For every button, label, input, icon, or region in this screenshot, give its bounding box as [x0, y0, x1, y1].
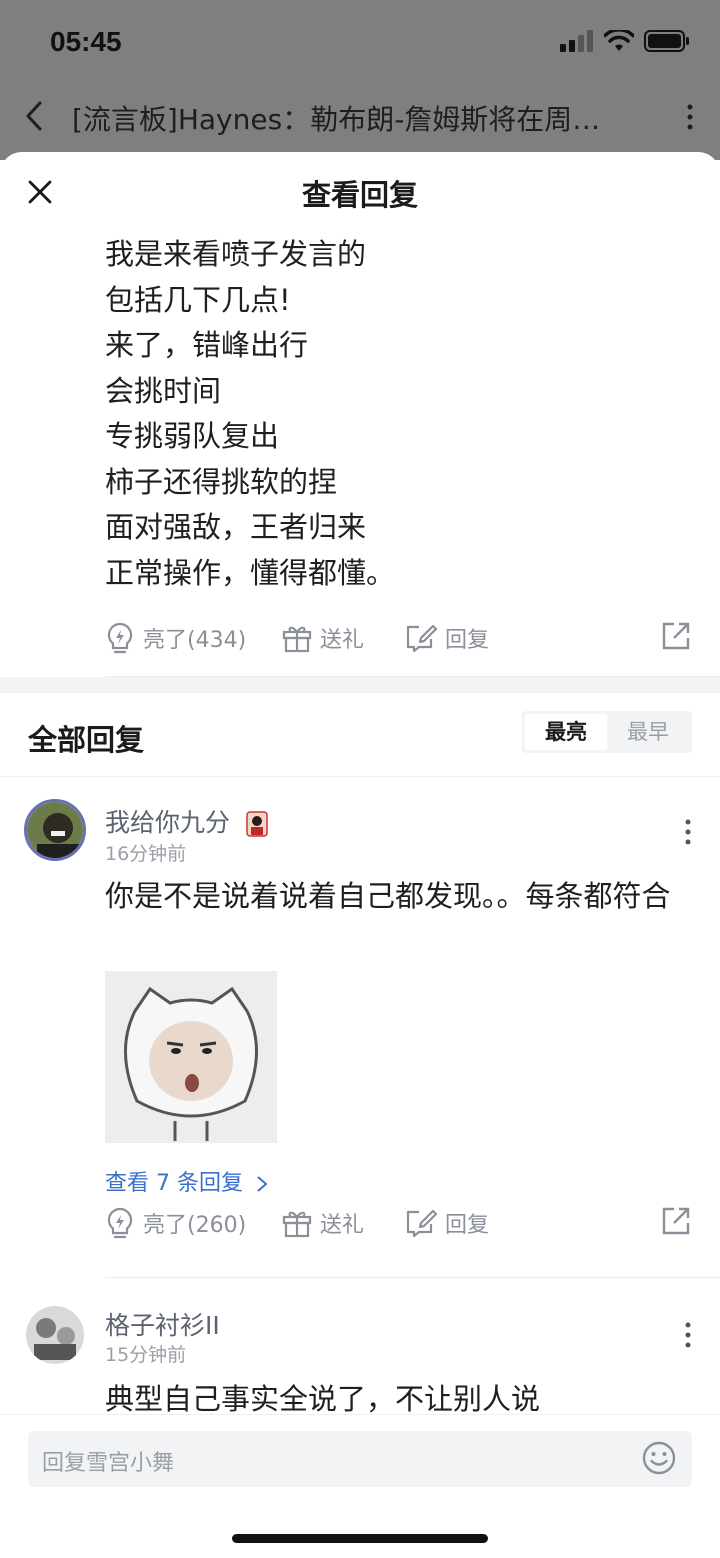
- light-button[interactable]: 亮了(434): [105, 622, 246, 654]
- status-icons: [560, 30, 690, 52]
- sticker-image[interactable]: [105, 971, 277, 1143]
- post-line: 面对强敌，王者归来: [105, 510, 367, 544]
- share-icon[interactable]: [660, 620, 692, 652]
- background-page-overlay: 05:45 [流言板]Haynes：勒布朗-詹姆斯将在周…: [0, 0, 720, 160]
- reply-button[interactable]: 回复: [405, 622, 489, 654]
- reply-author-name: 我给你九分: [105, 808, 231, 837]
- more-vertical-icon[interactable]: [684, 1322, 692, 1348]
- light-count: 亮了(434): [143, 628, 247, 653]
- battery-icon: [644, 30, 689, 52]
- edit-reply-icon: [406, 624, 437, 653]
- post-line: 正常操作，懂得都懂。: [105, 555, 396, 590]
- lightbulb-icon: [107, 622, 133, 654]
- view-more-label: 查看 7 条回复: [105, 1171, 243, 1196]
- sort-option-earliest[interactable]: 最早: [607, 714, 689, 750]
- reply-text: 你是不是说着说着自己都发现。。每条都符合: [105, 879, 671, 913]
- avatar[interactable]: [24, 799, 86, 861]
- gift-button[interactable]: 送礼: [282, 622, 364, 654]
- reply-time: 16分钟前: [105, 843, 187, 865]
- post-line: 专挑弱队复出: [105, 419, 280, 453]
- home-indicator: [232, 1534, 488, 1543]
- post-line: 来了，错峰出行: [105, 328, 309, 362]
- edit-reply-icon: [406, 1209, 437, 1238]
- lightbulb-icon: [107, 1207, 133, 1239]
- sort-toggle: 最亮 最早: [522, 711, 692, 753]
- background-page-title: [流言板]Haynes：勒布朗-詹姆斯将在周…: [72, 103, 601, 136]
- view-more-replies-link[interactable]: 查看 7 条回复: [105, 1165, 268, 1197]
- all-replies-title: 全部回复: [28, 723, 145, 757]
- back-arrow-icon[interactable]: [24, 100, 44, 132]
- gift-icon: [282, 626, 312, 653]
- reply-label: 回复: [445, 1213, 490, 1238]
- light-count: 亮了(260): [143, 1213, 247, 1238]
- signal-icon: [560, 30, 593, 52]
- post-line: 我是来看喷子发言的: [105, 237, 367, 271]
- reply-button[interactable]: 回复: [405, 1207, 489, 1239]
- post-line: 柿子还得挑软的捏: [105, 464, 338, 499]
- sort-option-brightest[interactable]: 最亮: [525, 714, 607, 750]
- sheet-title: 查看回复: [301, 178, 418, 212]
- cat-face-sticker: [105, 971, 277, 1143]
- gift-icon: [282, 1211, 312, 1238]
- reply-label: 回复: [445, 628, 490, 653]
- post-actions: 亮了(434) 送礼 回复: [105, 614, 720, 676]
- reply-actions: 亮了(260) 送礼 回复: [105, 1199, 700, 1261]
- emoji-icon[interactable]: [642, 1441, 676, 1475]
- all-replies-header: 全部回复 最亮 最早: [0, 693, 720, 777]
- reply-input[interactable]: 回复雪宫小舞: [28, 1431, 692, 1487]
- chevron-right-icon: [257, 1176, 268, 1192]
- more-vertical-icon[interactable]: [686, 104, 694, 130]
- post-line: 包括几下几点!: [105, 282, 291, 317]
- reply-item: 我给你九分 16分钟前 你是不是说着说着自己都发现。。每条都符合 查看 7 条回…: [0, 777, 720, 1277]
- reply-time: 15分钟前: [105, 1344, 187, 1366]
- user-badge-icon: [246, 811, 268, 837]
- status-time: 05:45: [50, 26, 122, 57]
- reply-sheet: 查看回复 我是来看喷子发言的 包括几下几点! 来了，错峰出行 会挑时间 专挑弱队…: [0, 152, 720, 1558]
- wifi-icon: [604, 30, 634, 51]
- sheet-header: 查看回复: [0, 152, 720, 232]
- share-icon[interactable]: [660, 1205, 692, 1237]
- more-vertical-icon[interactable]: [684, 819, 692, 845]
- avatar-image: [26, 1306, 84, 1364]
- section-separator: [0, 677, 720, 693]
- light-button[interactable]: 亮了(260): [105, 1207, 246, 1239]
- background-nav-bar: [流言板]Haynes：勒布朗-詹姆斯将在周…: [0, 88, 720, 148]
- main-post: 我是来看喷子发言的 包括几下几点! 来了，错峰出行 会挑时间 专挑弱队复出 柿子…: [0, 232, 720, 677]
- avatar[interactable]: [26, 1306, 84, 1364]
- status-bar: 05:45: [0, 0, 720, 88]
- avatar-image: [27, 802, 83, 858]
- reply-author-name[interactable]: 格子衬衫II: [105, 1306, 220, 1342]
- reply-author[interactable]: 我给你九分: [105, 803, 268, 839]
- gift-label: 送礼: [320, 1213, 365, 1238]
- post-line: 会挑时间: [105, 373, 222, 408]
- gift-button[interactable]: 送礼: [282, 1207, 364, 1239]
- gift-label: 送礼: [320, 628, 365, 653]
